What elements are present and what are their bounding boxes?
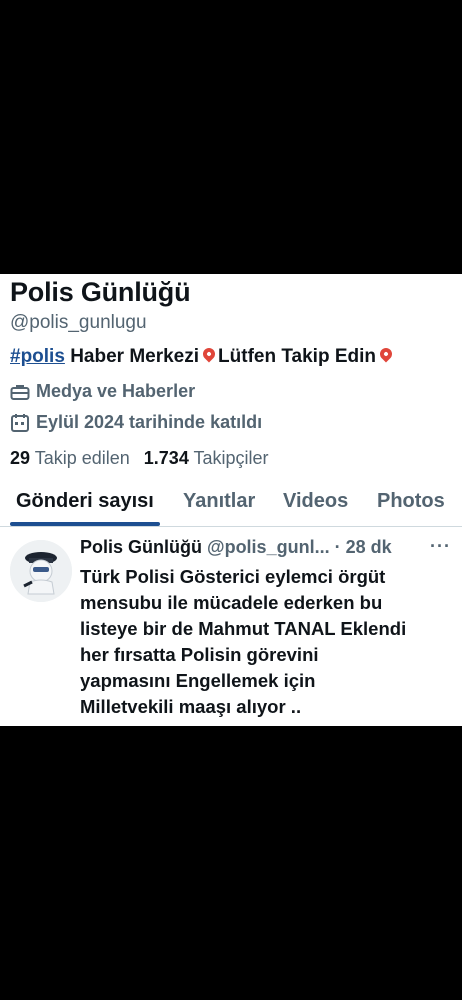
- police-avatar-icon: [10, 540, 72, 602]
- profile-handle: @polis_gunlugu: [10, 312, 147, 333]
- location-pin-icon: [200, 345, 218, 363]
- following-label: Takip edilen: [34, 448, 130, 468]
- post-line: her fırsatta Polisin görevini: [80, 644, 319, 665]
- post-handle[interactable]: @polis_gunl...: [207, 537, 330, 557]
- bio-text-2: Lütfen Takip Edin: [218, 346, 377, 367]
- post-line: yapmasını Engellemek için: [80, 670, 316, 691]
- tab-replies[interactable]: Yanıtlar: [183, 490, 255, 513]
- profile-joined: Eylül 2024 tarihinde katıldı: [10, 412, 262, 433]
- following-count: 29: [10, 448, 31, 468]
- following-link[interactable]: 29 Takip edilen: [10, 448, 130, 468]
- tab-videos[interactable]: Videos: [283, 490, 348, 513]
- follow-stats: 29 Takip edilen 1.734 Takipçiler: [10, 448, 269, 469]
- profile-bio: #polis Haber Merkezi Lütfen Takip Edin: [10, 345, 395, 368]
- joined-label: Eylül 2024 tarihinde katıldı: [36, 412, 263, 432]
- briefcase-icon: [10, 384, 30, 400]
- hashtag-link[interactable]: #polis: [10, 346, 65, 367]
- post-line: Milletvekili maaşı alıyor ..: [80, 696, 302, 717]
- followers-count: 1.734: [143, 448, 189, 468]
- tab-photos[interactable]: Photos: [377, 490, 445, 513]
- profile-name: Polis Günlüğü: [10, 277, 191, 307]
- profile-tabs: Gönderi sayısı Yanıtlar Videos Photos: [0, 480, 462, 526]
- post-line: Türk Polisi Gösterici eylemci örgüt: [80, 566, 386, 587]
- avatar[interactable]: [10, 540, 72, 602]
- post-line: listeye bir de Mahmut TANAL Eklendi: [80, 618, 407, 639]
- post-text[interactable]: Türk Polisi Gösterici eylemci örgüt mens…: [80, 564, 450, 720]
- tab-posts[interactable]: Gönderi sayısı: [16, 490, 154, 513]
- calendar-icon: [11, 414, 29, 432]
- bio-text-1: Haber Merkezi: [70, 346, 200, 367]
- profile-category: Medya ve Haberler: [10, 381, 195, 402]
- location-pin-icon: [377, 345, 395, 363]
- tabs-divider: [0, 526, 462, 527]
- followers-label: Takipçiler: [193, 448, 269, 468]
- category-label: Medya ve Haberler: [36, 381, 196, 401]
- more-options-icon[interactable]: ···: [430, 536, 451, 557]
- post-author[interactable]: Polis Günlüğü: [80, 537, 202, 557]
- post-header: Polis Günlüğü @polis_gunl... · 28 dk: [80, 537, 430, 558]
- followers-link[interactable]: 1.734 Takipçiler: [144, 448, 269, 468]
- post-line: mensubu ile mücadele ederken bu: [80, 592, 383, 613]
- post-time[interactable]: · 28 dk: [335, 537, 392, 557]
- profile-panel: Polis Günlüğü @polis_gunlugu #polis Habe…: [0, 274, 462, 726]
